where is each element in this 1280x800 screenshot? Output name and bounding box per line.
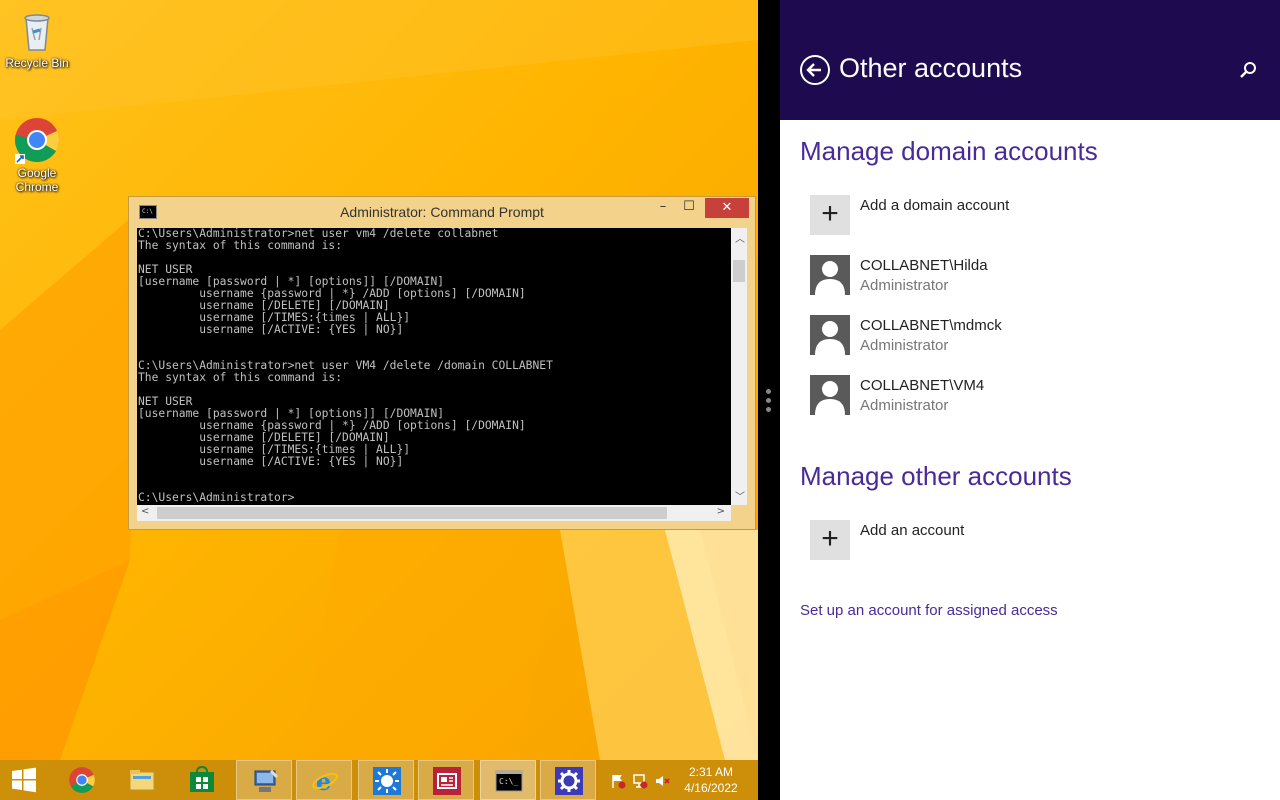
console-output[interactable]: C:\Users\Administrator>net user vm4 /del…: [137, 228, 731, 505]
back-arrow-icon: [806, 63, 821, 77]
weather-button[interactable]: [358, 760, 414, 800]
desktop: Recycle Bin Google Chrome C:\ Administra…: [0, 0, 758, 800]
panel-header: Other accounts: [780, 0, 1280, 120]
maximize-button[interactable]: ☐: [677, 197, 701, 217]
account-name: COLLABNET\VM4: [860, 377, 985, 394]
horizontal-scroll-thumb[interactable]: [157, 507, 667, 519]
account-item[interactable]: COLLABNET\mdmck Administrator: [810, 315, 1230, 359]
account-item[interactable]: COLLABNET\Hilda Administrator: [810, 255, 1230, 299]
pc-settings-panel: Other accounts Manage domain accounts + …: [780, 0, 1280, 800]
scroll-down-arrow-icon[interactable]: ﹀: [735, 488, 745, 503]
store-icon: [190, 766, 214, 792]
divider-grip-dot: [766, 407, 771, 412]
add-account-button[interactable]: + Add an account: [810, 520, 1230, 564]
account-role: Administrator: [860, 337, 949, 354]
close-button[interactable]: ✕: [705, 198, 749, 218]
system-tray: 2:31 AM 4/16/2022: [604, 760, 758, 800]
page-title: Other accounts: [839, 53, 1023, 83]
other-accounts-heading: Manage other accounts: [800, 461, 1072, 491]
chrome-taskbar-button[interactable]: [54, 760, 110, 800]
recycle-bin-desktop-icon[interactable]: Recycle Bin: [0, 6, 74, 70]
divider-grip-dot: [766, 389, 771, 394]
clock-time: 2:31 AM: [688, 765, 734, 779]
taskbar: e C:\_ 2:31 AM 4/16/2022: [0, 760, 758, 800]
server-manager-icon: [254, 769, 279, 792]
divider-grip-dot: [766, 398, 771, 403]
account-role: Administrator: [860, 277, 949, 294]
console-line: The syntax of this command is:: [138, 239, 343, 252]
console-line: The syntax of this command is:: [138, 371, 343, 384]
internet-explorer-button[interactable]: e: [296, 760, 352, 800]
folder-icon: [129, 770, 155, 791]
minimize-button[interactable]: –: [651, 197, 675, 217]
horizontal-scrollbar[interactable]: < >: [137, 505, 731, 521]
scroll-right-arrow-icon[interactable]: >: [717, 506, 725, 517]
chrome-icon: [69, 767, 95, 793]
chrome-label: Google Chrome: [15, 166, 59, 194]
account-name: COLLABNET\mdmck: [860, 317, 1002, 334]
assigned-access-link[interactable]: Set up an account for assigned access: [800, 602, 1058, 619]
console-line: username [/ACTIVE: {YES | NO}]: [138, 455, 404, 468]
add-domain-account-button[interactable]: + Add a domain account: [810, 195, 1230, 239]
search-icon[interactable]: [1238, 60, 1258, 80]
account-item[interactable]: COLLABNET\VM4 Administrator: [810, 375, 1230, 419]
svg-text:C:\_: C:\_: [499, 777, 518, 786]
user-avatar-icon: [810, 375, 850, 415]
console-line: username [/ACTIVE: {YES | NO}]: [138, 323, 404, 336]
back-button[interactable]: [800, 55, 830, 85]
store-button[interactable]: [174, 760, 230, 800]
domain-accounts-heading: Manage domain accounts: [800, 136, 1098, 166]
cmd-title-bar[interactable]: C:\ Administrator: Command Prompt – ☐ ✕: [129, 197, 755, 227]
add-account-label: Add an account: [860, 522, 965, 539]
account-role: Administrator: [860, 397, 949, 414]
console-line: C:\Users\Administrator>: [138, 491, 295, 504]
recycle-bin-icon: [13, 6, 61, 54]
clock-date: 4/16/2022: [684, 781, 738, 795]
vertical-scroll-thumb[interactable]: [733, 260, 745, 282]
volume-muted-icon[interactable]: [654, 773, 670, 789]
start-button[interactable]: [0, 760, 56, 800]
settings-button[interactable]: [540, 760, 596, 800]
command-prompt-button[interactable]: C:\_: [480, 760, 536, 800]
chrome-icon: [13, 116, 61, 164]
file-explorer-button[interactable]: [114, 760, 170, 800]
cmd-icon: C:\_: [495, 770, 523, 792]
chrome-desktop-icon[interactable]: Google Chrome: [0, 116, 74, 194]
plus-icon: +: [810, 195, 850, 235]
command-prompt-window[interactable]: C:\ Administrator: Command Prompt – ☐ ✕ …: [128, 196, 756, 530]
user-avatar-icon: [810, 255, 850, 295]
split-screen-divider[interactable]: [758, 0, 780, 800]
vertical-scrollbar[interactable]: ︿ ﹀: [731, 228, 747, 505]
ie-icon: e: [312, 767, 338, 795]
news-button[interactable]: [418, 760, 474, 800]
scroll-left-arrow-icon[interactable]: <: [141, 506, 149, 517]
plus-icon: +: [810, 520, 850, 560]
recycle-bin-label: Recycle Bin: [5, 56, 69, 70]
gear-icon: [555, 767, 583, 795]
windows-logo-icon: [12, 767, 36, 793]
network-icon[interactable]: [632, 773, 648, 789]
account-name: COLLABNET\Hilda: [860, 257, 988, 274]
sun-icon: [373, 767, 401, 795]
add-domain-account-label: Add a domain account: [860, 197, 1010, 214]
svg-text:e: e: [316, 767, 331, 795]
action-center-flag-icon[interactable]: [610, 773, 626, 789]
clock[interactable]: 2:31 AM 4/16/2022: [676, 764, 746, 796]
server-manager-button[interactable]: [236, 760, 292, 800]
user-avatar-icon: [810, 315, 850, 355]
scroll-up-arrow-icon[interactable]: ︿: [735, 230, 745, 245]
news-icon: [433, 767, 461, 795]
